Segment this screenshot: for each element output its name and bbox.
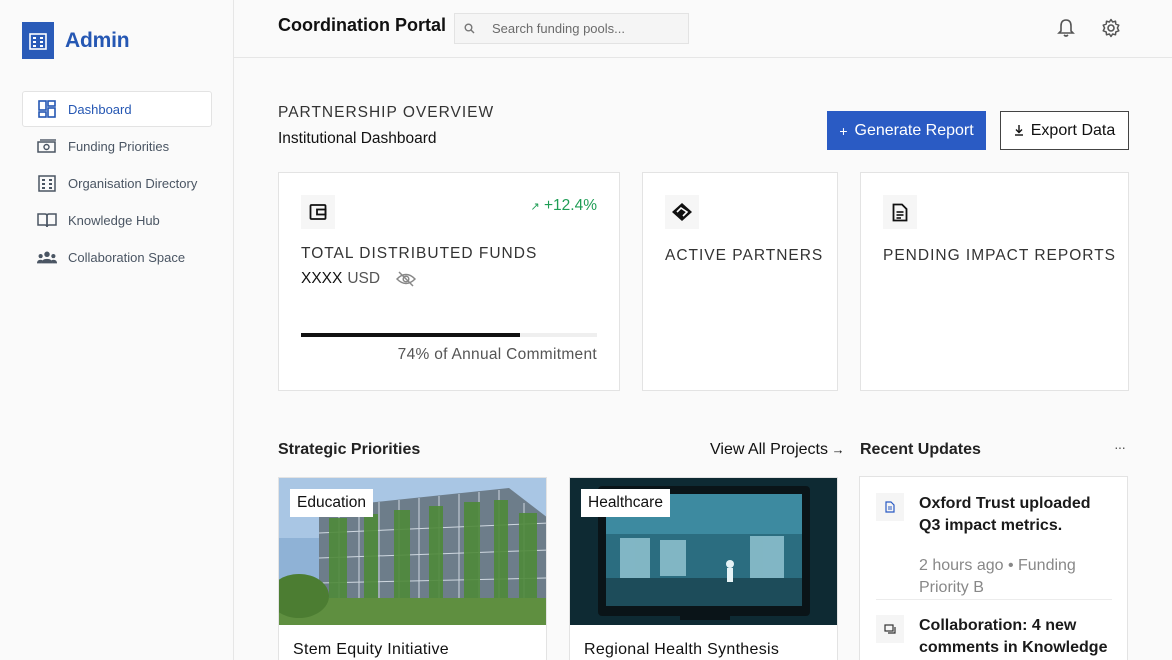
pending-reports-card: PENDING IMPACT REPORTS	[860, 172, 1129, 391]
trend-indicator: ↗ +12.4%	[530, 197, 597, 215]
trend-value: +12.4%	[543, 197, 597, 214]
wallet-icon	[301, 195, 335, 229]
portal-title: Coordination Portal	[278, 15, 446, 35]
commitment-progress	[301, 333, 597, 337]
book-icon	[37, 210, 57, 230]
project-tag: Education	[290, 489, 373, 517]
handshake-icon	[665, 195, 699, 229]
project-card-education[interactable]: Education Stem Equity Initiative	[278, 477, 547, 660]
funds-value: XXXX USD	[301, 270, 417, 288]
section-overline: PARTNERSHIP OVERVIEW	[278, 104, 495, 121]
update-item[interactable]: Oxford Trust uploaded Q3 impact metrics.…	[876, 493, 1114, 596]
file-icon	[876, 493, 904, 521]
update-title: Collaboration: 4 new comments in Knowled…	[919, 617, 1108, 656]
sidebar-item-label: Funding Priorities	[68, 138, 170, 154]
funds-label: TOTAL DISTRIBUTED FUNDS	[301, 245, 538, 262]
sidebar-item-label: Organisation Directory	[68, 175, 198, 191]
update-item[interactable]: Collaboration: 4 new comments in Knowled…	[876, 615, 1114, 660]
sidebar-item-label: Collaboration Space	[68, 249, 186, 265]
more-options-icon[interactable]: ···	[1114, 439, 1126, 455]
export-data-label: Export Data	[1030, 121, 1116, 139]
divider	[876, 599, 1112, 600]
building-icon	[37, 173, 57, 193]
top-bar: Coordination Portal	[234, 0, 1172, 58]
dashboard-icon	[37, 99, 57, 119]
generate-report-label: Generate Report	[854, 121, 974, 139]
building-logo-icon	[22, 22, 54, 59]
update-meta: 2 hours ago • Funding Priority B	[919, 557, 1076, 596]
sidebar-item-knowledge-hub[interactable]: Knowledge Hub	[22, 202, 212, 238]
total-funds-card: ↗ +12.4% TOTAL DISTRIBUTED FUNDS XXXX US…	[278, 172, 620, 391]
money-icon	[37, 136, 57, 156]
sidebar: Admin Dashboard Funding Priorities Organ…	[0, 0, 234, 660]
updates-heading: Recent Updates	[860, 441, 981, 458]
search-input[interactable]	[492, 21, 672, 36]
generate-report-button[interactable]: + Generate Report	[827, 111, 986, 150]
progress-caption: 74% of Annual Commitment	[397, 346, 597, 363]
brand-name: Admin	[65, 28, 130, 52]
update-title: Oxford Trust uploaded Q3 impact metrics.	[919, 495, 1091, 534]
people-icon	[37, 247, 57, 267]
plus-icon: +	[839, 122, 848, 139]
comment-icon	[876, 615, 904, 643]
updates-panel: Oxford Trust uploaded Q3 impact metrics.…	[859, 476, 1128, 660]
sidebar-item-funding-priorities[interactable]: Funding Priorities	[22, 128, 212, 164]
project-image-building: Education	[279, 478, 546, 625]
reports-label: PENDING IMPACT REPORTS	[883, 247, 1117, 264]
project-name: Regional Health Synthesis	[584, 641, 780, 658]
view-all-projects-link[interactable]: View All Projects →	[710, 441, 845, 459]
bell-icon[interactable]	[1055, 17, 1077, 39]
project-image-lab: Healthcare	[570, 478, 837, 625]
eye-off-icon[interactable]	[396, 271, 417, 287]
funds-amount: XXXX	[301, 270, 343, 287]
brand[interactable]: Admin	[22, 22, 130, 59]
project-card-healthcare[interactable]: Healthcare Regional Health Synthesis	[569, 477, 838, 660]
commitment-progress-fill	[301, 333, 521, 337]
sidebar-item-label: Knowledge Hub	[68, 212, 160, 228]
sidebar-nav: Dashboard Funding Priorities Organisatio…	[22, 91, 212, 276]
priorities-heading: Strategic Priorities	[278, 441, 421, 458]
download-icon	[1014, 123, 1024, 139]
arrow-right-icon: →	[827, 442, 845, 457]
partners-label: ACTIVE PARTNERS	[665, 247, 824, 264]
active-partners-card: ACTIVE PARTNERS	[642, 172, 838, 391]
sidebar-item-organisation-directory[interactable]: Organisation Directory	[22, 165, 212, 201]
gear-icon[interactable]	[1100, 17, 1122, 39]
page-subtitle: Institutional Dashboard	[278, 130, 437, 147]
search-box[interactable]	[454, 13, 689, 44]
project-name: Stem Equity Initiative	[293, 641, 449, 658]
search-icon	[464, 23, 476, 35]
trend-up-icon: ↗	[530, 201, 540, 213]
view-all-label: View All Projects	[710, 441, 828, 458]
sidebar-item-dashboard[interactable]: Dashboard	[22, 91, 212, 127]
export-data-button[interactable]: Export Data	[1000, 111, 1129, 150]
sidebar-item-label: Dashboard	[68, 101, 132, 117]
sidebar-item-collaboration-space[interactable]: Collaboration Space	[22, 239, 212, 275]
funds-unit: USD	[347, 270, 381, 287]
document-icon	[883, 195, 917, 229]
project-tag: Healthcare	[581, 489, 670, 517]
